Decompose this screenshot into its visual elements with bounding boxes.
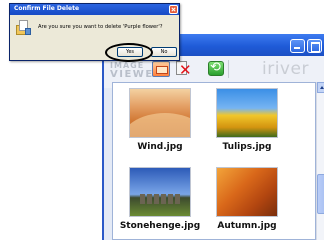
thumbnail-item[interactable]: Wind.jpg: [129, 88, 193, 152]
no-button[interactable]: No: [151, 47, 177, 57]
scroll-up-button[interactable]: [317, 82, 324, 93]
thumbnail-caption: Tulips.jpg: [222, 142, 272, 152]
thumbnail-image[interactable]: [129, 167, 191, 217]
vertical-scrollbar[interactable]: [316, 82, 324, 240]
dialog-titlebar[interactable]: Confirm File Delete: [10, 4, 179, 15]
confirm-delete-dialog: Confirm File Delete Are you sure you wan…: [9, 3, 180, 62]
slideshow-icon[interactable]: [152, 61, 170, 77]
minimize-button[interactable]: [290, 39, 305, 53]
scrollbar-thumb[interactable]: [317, 174, 324, 214]
delete-image-icon[interactable]: ✕: [174, 61, 192, 78]
toolbar-divider: [228, 60, 229, 78]
dialog-message: Are you sure you want to delete 'Purple …: [38, 24, 163, 30]
close-icon[interactable]: [169, 5, 178, 14]
image-viewer-window: IMAGE VIEWER ✕ iriver Wind.jpg Tulips.jp…: [102, 34, 324, 240]
thumbnail-item[interactable]: Autumn.jpg: [216, 167, 280, 231]
thumbnail-item[interactable]: Stonehenge.jpg: [120, 167, 200, 231]
screen: IMAGE VIEWER ✕ iriver Wind.jpg Tulips.jp…: [0, 0, 324, 240]
thumbnail-caption: Wind.jpg: [137, 142, 183, 152]
dialog-title: Confirm File Delete: [14, 5, 80, 12]
delete-file-icon: [16, 20, 31, 36]
iriver-logo: iriver: [262, 59, 309, 79]
thumbnail-grid: Wind.jpg Tulips.jpg Stonehenge.jpg Autum…: [112, 82, 316, 240]
thumbnail-item[interactable]: Tulips.jpg: [216, 88, 280, 152]
thumbnail-image[interactable]: [216, 88, 278, 138]
thumbnail-image[interactable]: [129, 88, 191, 138]
maximize-button[interactable]: [307, 39, 322, 53]
rotate-icon[interactable]: [208, 60, 224, 76]
thumbnail-caption: Autumn.jpg: [217, 221, 277, 231]
highlight-circle: [105, 43, 153, 62]
thumbnail-image[interactable]: [216, 167, 278, 217]
thumbnail-caption: Stonehenge.jpg: [119, 221, 201, 231]
